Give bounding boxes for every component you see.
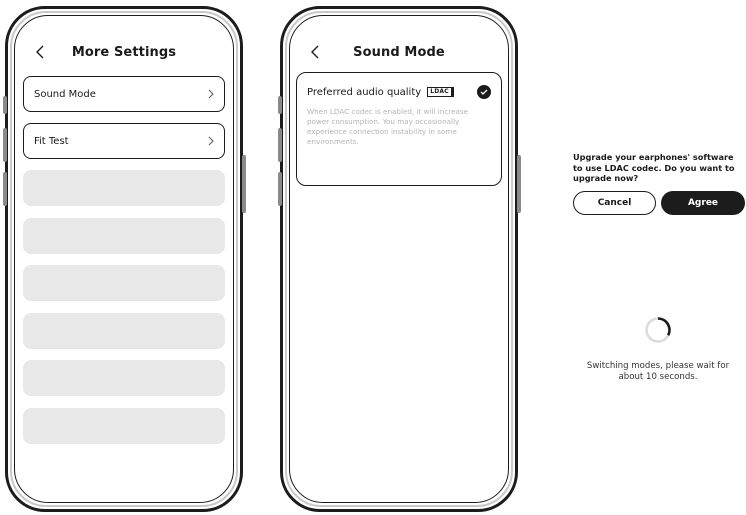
settings-list: Sound Mode Fit Test bbox=[23, 76, 225, 455]
page-title: Sound Mode bbox=[353, 44, 445, 60]
back-button[interactable] bbox=[304, 41, 326, 63]
upgrade-dialog: Upgrade your earphones' software to use … bbox=[573, 152, 745, 215]
phone-side-button bbox=[517, 155, 521, 213]
settings-item-fit-test[interactable]: Fit Test bbox=[23, 123, 225, 159]
phone-side-button bbox=[278, 128, 282, 162]
phone-side-button bbox=[3, 128, 7, 162]
phone-more-settings: More Settings Sound Mode Fit Test bbox=[5, 6, 243, 512]
placeholder-item bbox=[23, 360, 225, 396]
loading-indicator: Switching modes, please wait for about 1… bbox=[575, 316, 741, 383]
dialog-actions: Cancel Agree bbox=[573, 190, 745, 215]
phone-screen: More Settings Sound Mode Fit Test bbox=[14, 15, 234, 503]
chevron-right-icon bbox=[208, 89, 214, 99]
placeholder-item bbox=[23, 170, 225, 206]
option-label: Preferred audio quality bbox=[307, 86, 422, 98]
spinner-icon bbox=[645, 317, 671, 343]
chevron-left-icon bbox=[311, 45, 319, 59]
phone-side-button bbox=[3, 172, 7, 206]
ldac-badge: LDAC bbox=[427, 87, 454, 97]
header: More Settings bbox=[15, 38, 233, 66]
phone-side-button bbox=[242, 155, 246, 213]
settings-item-label: Fit Test bbox=[34, 135, 69, 147]
dialog-message: Upgrade your earphones' software to use … bbox=[573, 152, 735, 183]
phone-side-button bbox=[278, 172, 282, 206]
phone-side-button bbox=[3, 96, 7, 114]
chevron-right-icon bbox=[208, 136, 214, 146]
settings-item-label: Sound Mode bbox=[34, 88, 96, 100]
header: Sound Mode bbox=[290, 38, 508, 66]
phone-side-button bbox=[278, 96, 282, 114]
back-button[interactable] bbox=[29, 41, 51, 63]
option-row: Preferred audio quality LDAC bbox=[307, 85, 491, 99]
placeholder-item bbox=[23, 312, 225, 349]
loading-message: Switching modes, please wait for about 1… bbox=[586, 361, 730, 382]
chevron-left-icon bbox=[36, 45, 44, 59]
page-title: More Settings bbox=[71, 44, 177, 60]
placeholder-item bbox=[23, 265, 225, 301]
phone-screen: Sound Mode Preferred audio quality LDAC … bbox=[289, 15, 509, 503]
checkmark-icon[interactable] bbox=[477, 85, 491, 99]
placeholder-item bbox=[23, 217, 225, 254]
settings-item-sound-mode[interactable]: Sound Mode bbox=[23, 76, 225, 112]
audio-quality-option[interactable]: Preferred audio quality LDAC When LDAC c… bbox=[296, 72, 502, 186]
phone-sound-mode: Sound Mode Preferred audio quality LDAC … bbox=[280, 6, 518, 512]
agree-button[interactable]: Agree bbox=[661, 190, 745, 215]
option-description: When LDAC codec is enabled, it will incr… bbox=[307, 107, 469, 146]
placeholder-item bbox=[23, 407, 225, 444]
cancel-button[interactable]: Cancel bbox=[573, 190, 656, 215]
